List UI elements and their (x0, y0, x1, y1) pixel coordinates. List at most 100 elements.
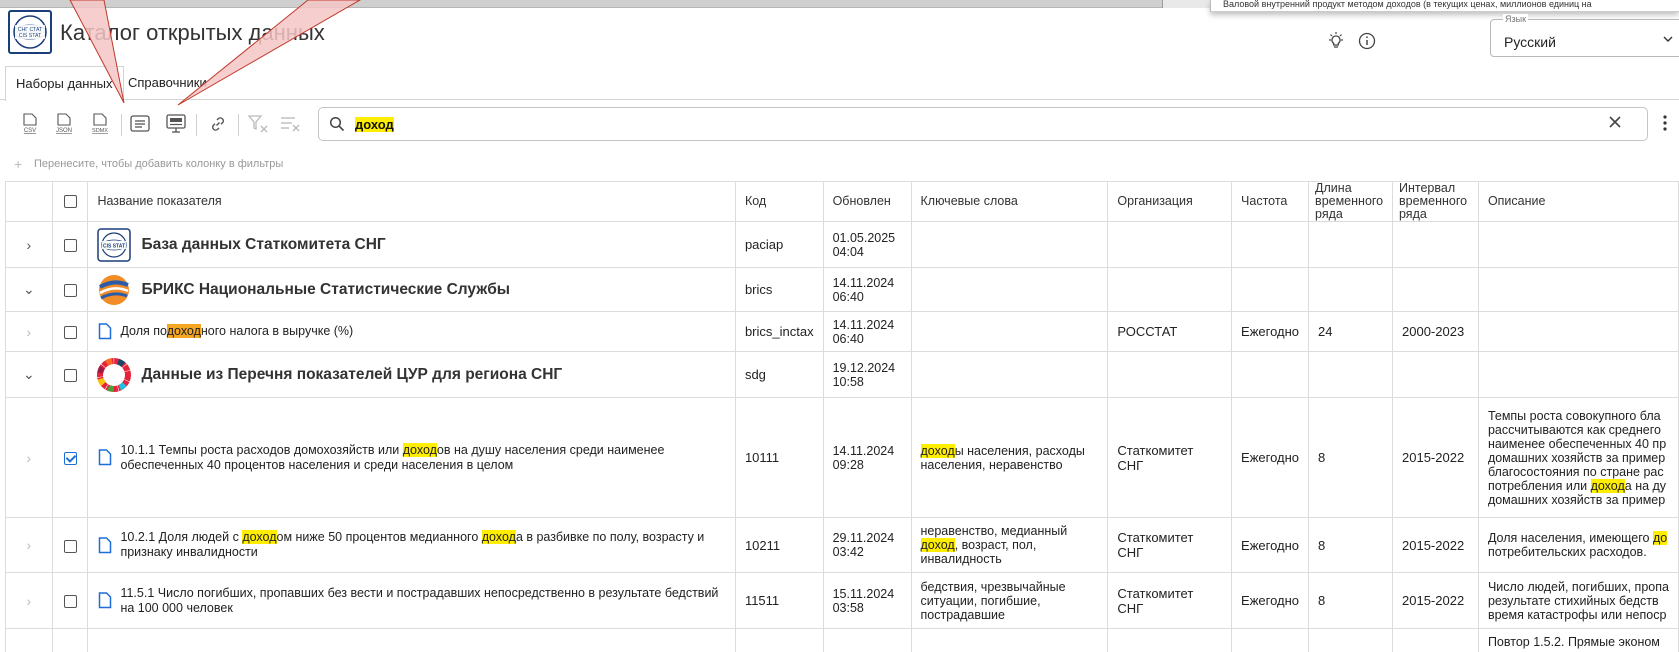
updated-cell: 14.11.2024 06:40 (822, 267, 912, 312)
document-icon (99, 536, 112, 553)
indicator-name-cell[interactable]: 10.1.1 Темпы роста расходов домохозяйств… (87, 397, 736, 518)
expand-toggle[interactable]: › (5, 397, 53, 518)
lightbulb-icon[interactable] (1325, 30, 1347, 52)
datasets-table: Название показателя Код Обновлен Ключевы… (5, 181, 1679, 652)
csv-export-icon[interactable]: CSV (16, 110, 44, 138)
row-checkbox[interactable] (51, 397, 89, 518)
code-cell: brics_inctax (734, 311, 824, 352)
plus-icon: + (14, 156, 23, 172)
updated-cell: 01.05.2025 04:04 (822, 221, 912, 268)
table-row[interactable]: Повтор 1.5.2. Прямые эконом (5, 628, 1679, 652)
presentation-icon[interactable] (162, 110, 190, 138)
search-icon (329, 116, 345, 135)
organization-cell: РОССТАТ (1107, 311, 1233, 352)
code-cell: paciap (734, 221, 824, 268)
toolbar-divider (238, 114, 239, 136)
column-header-name[interactable]: Название показателя (87, 181, 736, 222)
keywords-cell: доходы населения, расходы населения, нер… (910, 397, 1109, 518)
indicator-name: 10.2.1 Доля людей с доходом ниже 50 проц… (120, 530, 705, 559)
keywords-cell: бедствия, чрезвычайные ситуации, погибшие… (910, 572, 1109, 629)
json-export-icon[interactable]: JSON (50, 110, 78, 138)
collapse-toggle[interactable]: ⌄ (5, 351, 53, 398)
expand-toggle[interactable]: › (5, 517, 53, 573)
column-header-series-length[interactable]: Длина временного ряда (1308, 181, 1393, 222)
select-all-checkbox[interactable] (51, 181, 89, 222)
row-checkbox[interactable] (51, 572, 89, 629)
collapse-toggle[interactable]: ⌄ (5, 267, 53, 312)
tab-directories[interactable]: Справочники (118, 66, 217, 100)
toolbar-divider (121, 114, 122, 136)
clear-sort-icon[interactable] (276, 110, 304, 138)
list-view-icon[interactable] (126, 110, 154, 138)
column-header-series-interval[interactable]: Интервал временного ряда (1392, 181, 1479, 222)
row-checkbox[interactable] (51, 351, 89, 398)
link-icon[interactable] (204, 110, 232, 138)
expand-toggle[interactable]: › (5, 221, 53, 268)
table-header-row: Название показателя Код Обновлен Ключевы… (5, 181, 1679, 222)
clear-filter-icon[interactable] (244, 110, 272, 138)
keywords-cell: неравенство, медианный доход, возраст, по… (910, 517, 1109, 573)
info-icon[interactable] (1356, 30, 1378, 52)
toolbar: CSV JSON SDMX доход (0, 104, 1679, 146)
table-row[interactable]: › CIS STAT База данных Статкомитета СНГ … (5, 221, 1679, 268)
series-interval-cell: 2015-2022 (1392, 397, 1479, 518)
language-select[interactable]: Язык Русский (1490, 14, 1679, 57)
series-length-cell: 24 (1308, 311, 1393, 352)
column-header-code[interactable]: Код (734, 181, 824, 222)
organization-cell: Статкомитет СНГ (1107, 397, 1233, 518)
row-checkbox[interactable] (51, 267, 89, 312)
updated-cell: 14.11.2024 09:28 (822, 397, 912, 518)
app-header: СНГ СТАТ CIS STAT Каталог открытых данны… (0, 8, 1679, 68)
table-row[interactable]: › 10.2.1 Доля людей с доходом ниже 50 пр… (5, 517, 1679, 573)
header-expand-cell (5, 181, 53, 222)
frequency-cell: Ежегодно (1231, 572, 1310, 629)
svg-text:JSON: JSON (56, 128, 72, 134)
table-row[interactable]: › Доля подоходного налога в выручке (%) … (5, 311, 1679, 352)
search-input[interactable]: доход (318, 107, 1648, 141)
close-icon[interactable] (1607, 114, 1623, 135)
expand-toggle[interactable]: › (5, 572, 53, 629)
indicator-name-cell[interactable]: 11.5.1 Число погибших, пропавших без вес… (87, 572, 736, 629)
series-length-cell: 8 (1308, 572, 1393, 629)
indicator-name-cell[interactable]: 10.2.1 Доля людей с доходом ниже 50 проц… (87, 517, 736, 573)
toolbar-divider (196, 114, 197, 136)
table-row[interactable]: ⌄ БРИКС Национальные Статистические Служ… (5, 267, 1679, 312)
expand-toggle[interactable]: › (5, 311, 53, 352)
table-row[interactable]: › 11.5.1 Число погибших, пропавших без в… (5, 572, 1679, 629)
search-value: доход (355, 117, 394, 132)
cis-stat-logo-icon: CIS STAT (97, 227, 132, 262)
more-vertical-icon[interactable] (1662, 114, 1668, 137)
table-row[interactable]: › 10.1.1 Темпы роста расходов домохозяйс… (5, 397, 1679, 518)
column-header-organization[interactable]: Организация (1107, 181, 1233, 222)
svg-text:CSV: CSV (24, 128, 36, 134)
row-checkbox[interactable] (51, 517, 89, 573)
description-cell: Доля населения, имеющего до потребительск… (1477, 517, 1679, 573)
column-header-updated[interactable]: Обновлен (822, 181, 912, 222)
chevron-down-icon (1661, 32, 1675, 49)
tab-datasets[interactable]: Наборы данных (5, 66, 124, 101)
frequency-cell: Ежегодно (1231, 397, 1310, 518)
row-checkbox[interactable] (51, 311, 89, 352)
indicator-name: Доля подоходного налога в выручке (%) (120, 324, 354, 338)
updated-cell: 15.11.2024 03:58 (822, 572, 912, 629)
sdmx-export-icon[interactable]: SDMX (86, 110, 114, 138)
code-cell: 10211 (734, 517, 824, 573)
column-header-keywords[interactable]: Ключевые слова (910, 181, 1109, 222)
column-header-description[interactable]: Описание (1477, 181, 1679, 222)
code-cell: 11511 (734, 572, 824, 629)
svg-text:CIS STAT: CIS STAT (19, 33, 42, 39)
cis-stat-logo[interactable]: СНГ СТАТ CIS STAT (8, 10, 52, 54)
document-icon (99, 449, 112, 466)
organization-cell: Статкомитет СНГ (1107, 517, 1233, 573)
series-length-cell: 8 (1308, 397, 1393, 518)
page-title: Каталог открытых данных (60, 20, 325, 45)
group-drop-zone[interactable]: + Перенесите, чтобы добавить колонку в ф… (0, 152, 1679, 178)
column-header-frequency[interactable]: Частота (1231, 181, 1310, 222)
table-row[interactable]: ⌄ Данные из Перечня показателей ЦУР для … (5, 351, 1679, 398)
indicator-name-cell[interactable]: Доля подоходного налога в выручке (%) (87, 311, 736, 352)
description-cell: Повтор 1.5.2. Прямые эконом (1477, 628, 1679, 652)
row-checkbox[interactable] (51, 221, 89, 268)
code-cell: sdg (734, 351, 824, 398)
code-cell: brics (734, 267, 824, 312)
group-drop-hint: Перенесите, чтобы добавить колонку в фил… (34, 158, 284, 170)
